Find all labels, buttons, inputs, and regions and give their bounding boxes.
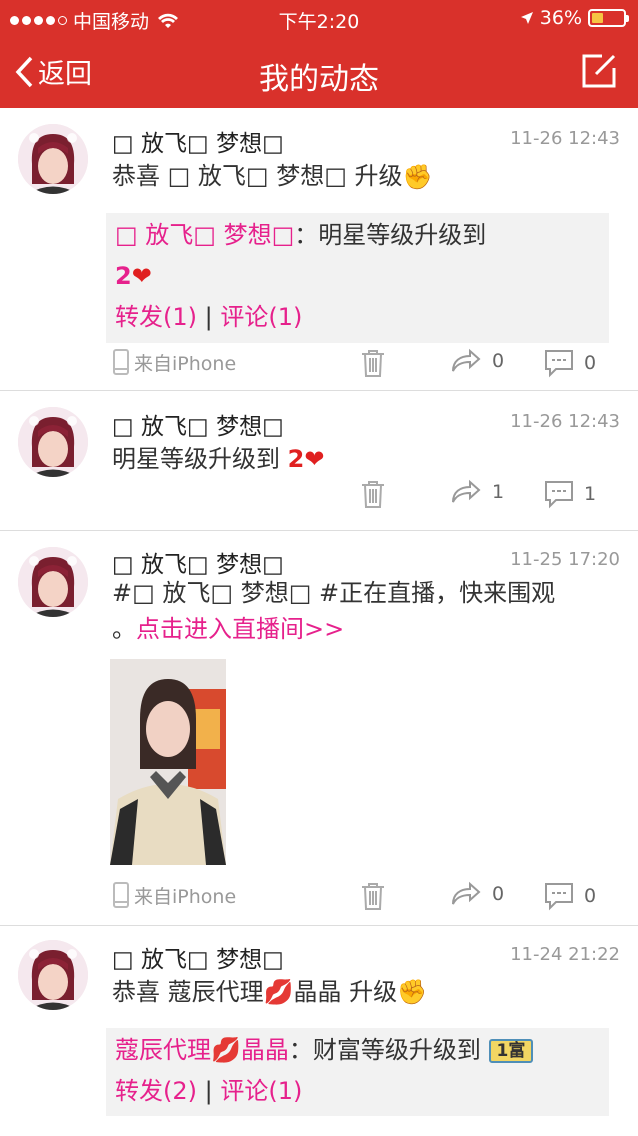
lips-icon: 💋 [263, 978, 294, 1006]
phone-icon [113, 882, 129, 908]
heart-icon: ❤ [131, 262, 152, 290]
share-icon [452, 348, 481, 372]
feed-item[interactable]: □ 放飞□ 梦想□ 11-26 12:43 明星等级升级到 2❤ 1 1 [0, 391, 638, 531]
post-author[interactable]: □ 放飞□ 梦想□ [112, 940, 284, 974]
comment-button[interactable]: 0 [544, 881, 596, 911]
heart-icon: ❤ [304, 445, 325, 473]
comment-icon [545, 350, 573, 378]
compose-icon [582, 54, 616, 88]
comment-icon [545, 481, 573, 509]
feed-item[interactable]: □ 放飞□ 梦想□ 11-25 17:20 #□ 放飞□ 梦想□ #正在直播，快… [0, 531, 638, 926]
repost-count: 0 [492, 350, 505, 372]
repost-count: 1 [492, 481, 505, 503]
live-room-link[interactable]: 点击进入直播间>> [136, 615, 344, 643]
quote-text: ：财富等级升级到 [288, 1036, 481, 1064]
post-time: 11-24 21:22 [510, 944, 620, 965]
post-author[interactable]: □ 放飞□ 梦想□ [112, 407, 284, 441]
repost-button[interactable]: 1 [450, 479, 504, 505]
comment-link[interactable]: 评论(1) [220, 1077, 302, 1105]
avatar[interactable] [18, 407, 88, 477]
comment-count: 1 [584, 483, 597, 505]
quoted-post[interactable]: □ 放飞□ 梦想□：明星等级升级到 2❤ 转发(1) | 评论(1) [106, 213, 609, 343]
share-icon [452, 881, 481, 905]
compose-button[interactable] [580, 52, 618, 94]
delete-button[interactable] [360, 881, 386, 911]
post-source: 来自iPhone [112, 348, 236, 376]
comment-count: 0 [584, 885, 597, 907]
comment-button[interactable]: 0 [544, 348, 596, 378]
separator: | [204, 1077, 213, 1105]
comment-count: 0 [584, 352, 597, 374]
page-title: 我的动态 [259, 62, 379, 97]
level-badge: 2 [287, 445, 305, 473]
avatar[interactable] [18, 547, 88, 617]
post-actions: 来自iPhone 0 0 [112, 348, 618, 384]
location-icon [520, 12, 533, 24]
post-actions: 1 1 [112, 479, 618, 515]
repost-button[interactable]: 0 [450, 881, 504, 907]
status-bar: 中国移动 下午2:20 36% [0, 0, 638, 36]
avatar[interactable] [18, 124, 88, 194]
post-time: 11-26 12:43 [510, 411, 620, 432]
repost-link[interactable]: 转发(2) [115, 1077, 197, 1105]
battery-percent: 36% [539, 7, 582, 29]
feed-list: □ 放飞□ 梦想□ 11-26 12:43 恭喜 □ 放飞□ 梦想□ 升级✊ □… [0, 108, 638, 1136]
share-icon [452, 479, 481, 503]
post-author[interactable]: □ 放飞□ 梦想□ [112, 545, 284, 579]
post-photo[interactable] [110, 659, 226, 865]
feed-item[interactable]: □ 放飞□ 梦想□ 11-24 21:22 恭喜 蔻辰代理💋晶晶 升级✊ 蔻辰代… [0, 926, 638, 1136]
comment-link[interactable]: 评论(1) [220, 303, 302, 331]
post-actions: 来自iPhone 0 0 [112, 881, 618, 917]
trash-icon [362, 350, 384, 377]
post-text: 恭喜 □ 放飞□ 梦想□ 升级✊ [112, 158, 622, 195]
delete-button[interactable] [360, 479, 386, 509]
separator: | [204, 303, 213, 331]
phone-icon [113, 349, 129, 375]
quoted-post[interactable]: 蔻辰代理💋晶晶：财富等级升级到 1富 转发(2) | 评论(1) [106, 1028, 609, 1116]
comment-button[interactable]: 1 [544, 479, 596, 509]
post-author[interactable]: □ 放飞□ 梦想□ [112, 124, 284, 158]
post-text: 明星等级升级到 2❤ [112, 445, 325, 473]
repost-button[interactable]: 0 [450, 348, 504, 374]
nav-bar: 返回 我的动态 [0, 36, 638, 108]
trash-icon [362, 481, 384, 508]
wealth-badge: 1富 [488, 1039, 534, 1063]
quote-user[interactable]: 蔻辰代理💋晶晶 [115, 1036, 289, 1064]
post-time: 11-26 12:43 [510, 128, 620, 149]
quote-user[interactable]: □ 放飞□ 梦想□ [115, 221, 294, 249]
post-text: #□ 放飞□ 梦想□ #正在直播，快来围观 。点击进入直播间>> [112, 579, 556, 643]
feed-item[interactable]: □ 放飞□ 梦想□ 11-26 12:43 恭喜 □ 放飞□ 梦想□ 升级✊ □… [0, 108, 638, 391]
quote-text: ：明星等级升级到 [294, 221, 487, 249]
fist-icon: ✊ [397, 978, 428, 1006]
post-time: 11-25 17:20 [510, 549, 620, 570]
repost-link[interactable]: 转发(1) [115, 303, 197, 331]
lips-icon: 💋 [211, 1036, 241, 1064]
repost-count: 0 [492, 883, 505, 905]
avatar[interactable] [18, 940, 88, 1010]
trash-icon [362, 883, 384, 910]
fist-icon: ✊ [402, 163, 433, 191]
post-source: 来自iPhone [112, 881, 236, 909]
comment-icon [545, 883, 573, 911]
battery-icon [588, 9, 629, 27]
delete-button[interactable] [360, 348, 386, 378]
post-text: 恭喜 蔻辰代理💋晶晶 升级✊ [112, 978, 428, 1006]
level-badge: 2 [115, 262, 132, 290]
